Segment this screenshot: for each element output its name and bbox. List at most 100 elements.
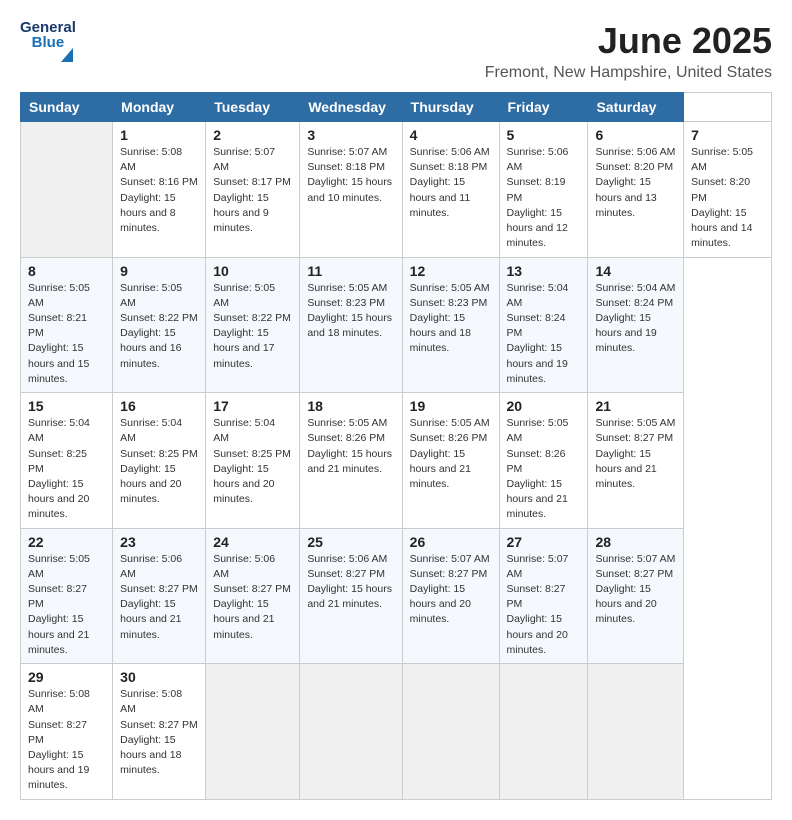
calendar-cell <box>300 664 402 800</box>
day-number: 8 <box>28 263 105 279</box>
day-number: 10 <box>213 263 292 279</box>
day-info: Sunrise: 5:05 AMSunset: 8:27 PMDaylight:… <box>28 552 105 659</box>
day-number: 7 <box>691 127 764 143</box>
calendar-cell: 1Sunrise: 5:08 AMSunset: 8:16 PMDaylight… <box>113 122 206 258</box>
day-info: Sunrise: 5:04 AMSunset: 8:25 PMDaylight:… <box>213 416 292 507</box>
day-info: Sunrise: 5:07 AMSunset: 8:27 PMDaylight:… <box>410 552 492 628</box>
calendar-cell: 3 Sunrise: 5:07 AMSunset: 8:18 PMDaylight… <box>300 122 402 258</box>
day-info: Sunrise: 5:05 AMSunset: 8:27 PMDaylight:… <box>595 416 676 492</box>
calendar-cell: 30Sunrise: 5:08 AMSunset: 8:27 PMDayligh… <box>113 664 206 800</box>
day-info: Sunrise: 5:08 AMSunset: 8:27 PMDaylight:… <box>28 687 105 794</box>
calendar-cell: 17 Sunrise: 5:04 AMSunset: 8:25 PMDayligh… <box>206 393 300 529</box>
calendar-header-monday: Monday <box>113 93 206 122</box>
day-number: 4 <box>410 127 492 143</box>
calendar-week-row: 1Sunrise: 5:08 AMSunset: 8:16 PMDaylight… <box>21 122 772 258</box>
calendar-cell: 28 Sunrise: 5:07 AMSunset: 8:27 PMDayligh… <box>588 528 684 664</box>
day-number: 2 <box>213 127 292 143</box>
calendar-cell: 24Sunrise: 5:06 AMSunset: 8:27 PMDayligh… <box>206 528 300 664</box>
day-number: 18 <box>307 398 394 414</box>
calendar-cell: 25 Sunrise: 5:06 AMSunset: 8:27 PMDayligh… <box>300 528 402 664</box>
page-header: General Blue June 2025 Fremont, New Hamp… <box>20 20 772 82</box>
calendar-cell: 23 Sunrise: 5:06 AMSunset: 8:27 PMDayligh… <box>113 528 206 664</box>
calendar-header-thursday: Thursday <box>402 93 499 122</box>
day-info: Sunrise: 5:05 AMSunset: 8:26 PMDaylight:… <box>410 416 492 492</box>
calendar-cell: 4 Sunrise: 5:06 AMSunset: 8:18 PMDaylight… <box>402 122 499 258</box>
calendar-cell: 13 Sunrise: 5:04 AMSunset: 8:24 PMDayligh… <box>499 257 588 393</box>
calendar-cell: 8 Sunrise: 5:05 AMSunset: 8:21 PMDaylight… <box>21 257 113 393</box>
calendar-cell: 14Sunrise: 5:04 AMSunset: 8:24 PMDayligh… <box>588 257 684 393</box>
day-number: 16 <box>120 398 198 414</box>
calendar-cell: 18 Sunrise: 5:05 AMSunset: 8:26 PMDayligh… <box>300 393 402 529</box>
calendar-cell <box>21 122 113 258</box>
day-info: Sunrise: 5:05 AMSunset: 8:21 PMDaylight:… <box>28 281 105 388</box>
day-info: Sunrise: 5:07 AMSunset: 8:17 PMDaylight:… <box>213 145 292 236</box>
calendar-cell: 19 Sunrise: 5:05 AMSunset: 8:26 PMDayligh… <box>402 393 499 529</box>
day-info: Sunrise: 5:05 AMSunset: 8:23 PMDaylight:… <box>410 281 492 357</box>
day-number: 13 <box>507 263 581 279</box>
calendar-header-friday: Friday <box>499 93 588 122</box>
day-info: Sunrise: 5:05 AMSunset: 8:20 PMDaylight:… <box>691 145 764 252</box>
day-number: 14 <box>595 263 676 279</box>
title-area: June 2025 Fremont, New Hampshire, United… <box>485 20 772 82</box>
calendar-cell: 27 Sunrise: 5:07 AMSunset: 8:27 PMDayligh… <box>499 528 588 664</box>
logo-blue-text: Blue <box>32 35 65 50</box>
calendar-week-row: 8 Sunrise: 5:05 AMSunset: 8:21 PMDaylight… <box>21 257 772 393</box>
calendar-cell <box>588 664 684 800</box>
day-info: Sunrise: 5:06 AMSunset: 8:27 PMDaylight:… <box>307 552 394 613</box>
calendar-table: SundayMondayTuesdayWednesdayThursdayFrid… <box>20 92 772 800</box>
day-info: Sunrise: 5:05 AMSunset: 8:26 PMDaylight:… <box>507 416 581 523</box>
logo-triangle-icon <box>61 48 73 62</box>
day-info: Sunrise: 5:05 AMSunset: 8:22 PMDaylight:… <box>213 281 292 372</box>
logo-icon: General Blue <box>20 20 76 62</box>
day-info: Sunrise: 5:07 AMSunset: 8:27 PMDaylight:… <box>507 552 581 659</box>
logo: General Blue <box>20 20 80 62</box>
calendar-week-row: 22 Sunrise: 5:05 AMSunset: 8:27 PMDayligh… <box>21 528 772 664</box>
day-number: 26 <box>410 534 492 550</box>
calendar-header-tuesday: Tuesday <box>206 93 300 122</box>
calendar-header-saturday: Saturday <box>588 93 684 122</box>
day-info: Sunrise: 5:06 AMSunset: 8:27 PMDaylight:… <box>213 552 292 643</box>
day-info: Sunrise: 5:05 AMSunset: 8:23 PMDaylight:… <box>307 281 394 342</box>
day-info: Sunrise: 5:05 AMSunset: 8:22 PMDaylight:… <box>120 281 198 372</box>
calendar-cell: 16 Sunrise: 5:04 AMSunset: 8:25 PMDayligh… <box>113 393 206 529</box>
calendar-cell: 26 Sunrise: 5:07 AMSunset: 8:27 PMDayligh… <box>402 528 499 664</box>
calendar-cell: 7 Sunrise: 5:05 AMSunset: 8:20 PMDaylight… <box>684 122 772 258</box>
day-info: Sunrise: 5:06 AMSunset: 8:27 PMDaylight:… <box>120 552 198 643</box>
day-info: Sunrise: 5:04 AMSunset: 8:24 PMDaylight:… <box>507 281 581 388</box>
calendar-cell: 20Sunrise: 5:05 AMSunset: 8:26 PMDayligh… <box>499 393 588 529</box>
calendar-header-wednesday: Wednesday <box>300 93 402 122</box>
location-title: Fremont, New Hampshire, United States <box>485 64 772 82</box>
day-info: Sunrise: 5:04 AMSunset: 8:25 PMDaylight:… <box>120 416 198 507</box>
calendar-cell: 12 Sunrise: 5:05 AMSunset: 8:23 PMDayligh… <box>402 257 499 393</box>
calendar-cell <box>402 664 499 800</box>
month-title: June 2025 <box>485 20 772 62</box>
day-info: Sunrise: 5:07 AMSunset: 8:27 PMDaylight:… <box>595 552 676 628</box>
day-info: Sunrise: 5:06 AMSunset: 8:19 PMDaylight:… <box>507 145 581 252</box>
day-info: Sunrise: 5:08 AMSunset: 8:16 PMDaylight:… <box>120 145 198 236</box>
calendar-cell: 21 Sunrise: 5:05 AMSunset: 8:27 PMDayligh… <box>588 393 684 529</box>
calendar-cell: 10 Sunrise: 5:05 AMSunset: 8:22 PMDayligh… <box>206 257 300 393</box>
day-number: 28 <box>595 534 676 550</box>
calendar-header-sunday: Sunday <box>21 93 113 122</box>
calendar-cell <box>206 664 300 800</box>
day-info: Sunrise: 5:07 AMSunset: 8:18 PMDaylight:… <box>307 145 394 206</box>
day-number: 6 <box>595 127 676 143</box>
day-number: 22 <box>28 534 105 550</box>
day-number: 17 <box>213 398 292 414</box>
calendar-week-row: 15 Sunrise: 5:04 AMSunset: 8:25 PMDayligh… <box>21 393 772 529</box>
day-number: 21 <box>595 398 676 414</box>
day-number: 15 <box>28 398 105 414</box>
day-number: 30 <box>120 669 198 685</box>
day-number: 19 <box>410 398 492 414</box>
calendar-week-row: 29Sunrise: 5:08 AMSunset: 8:27 PMDayligh… <box>21 664 772 800</box>
day-number: 3 <box>307 127 394 143</box>
day-number: 9 <box>120 263 198 279</box>
day-number: 23 <box>120 534 198 550</box>
day-number: 12 <box>410 263 492 279</box>
day-number: 27 <box>507 534 581 550</box>
calendar-cell: 22 Sunrise: 5:05 AMSunset: 8:27 PMDayligh… <box>21 528 113 664</box>
day-info: Sunrise: 5:05 AMSunset: 8:26 PMDaylight:… <box>307 416 394 477</box>
day-info: Sunrise: 5:06 AMSunset: 8:18 PMDaylight:… <box>410 145 492 221</box>
calendar-cell: 15Sunrise: 5:04 AMSunset: 8:25 PMDayligh… <box>21 393 113 529</box>
day-number: 25 <box>307 534 394 550</box>
